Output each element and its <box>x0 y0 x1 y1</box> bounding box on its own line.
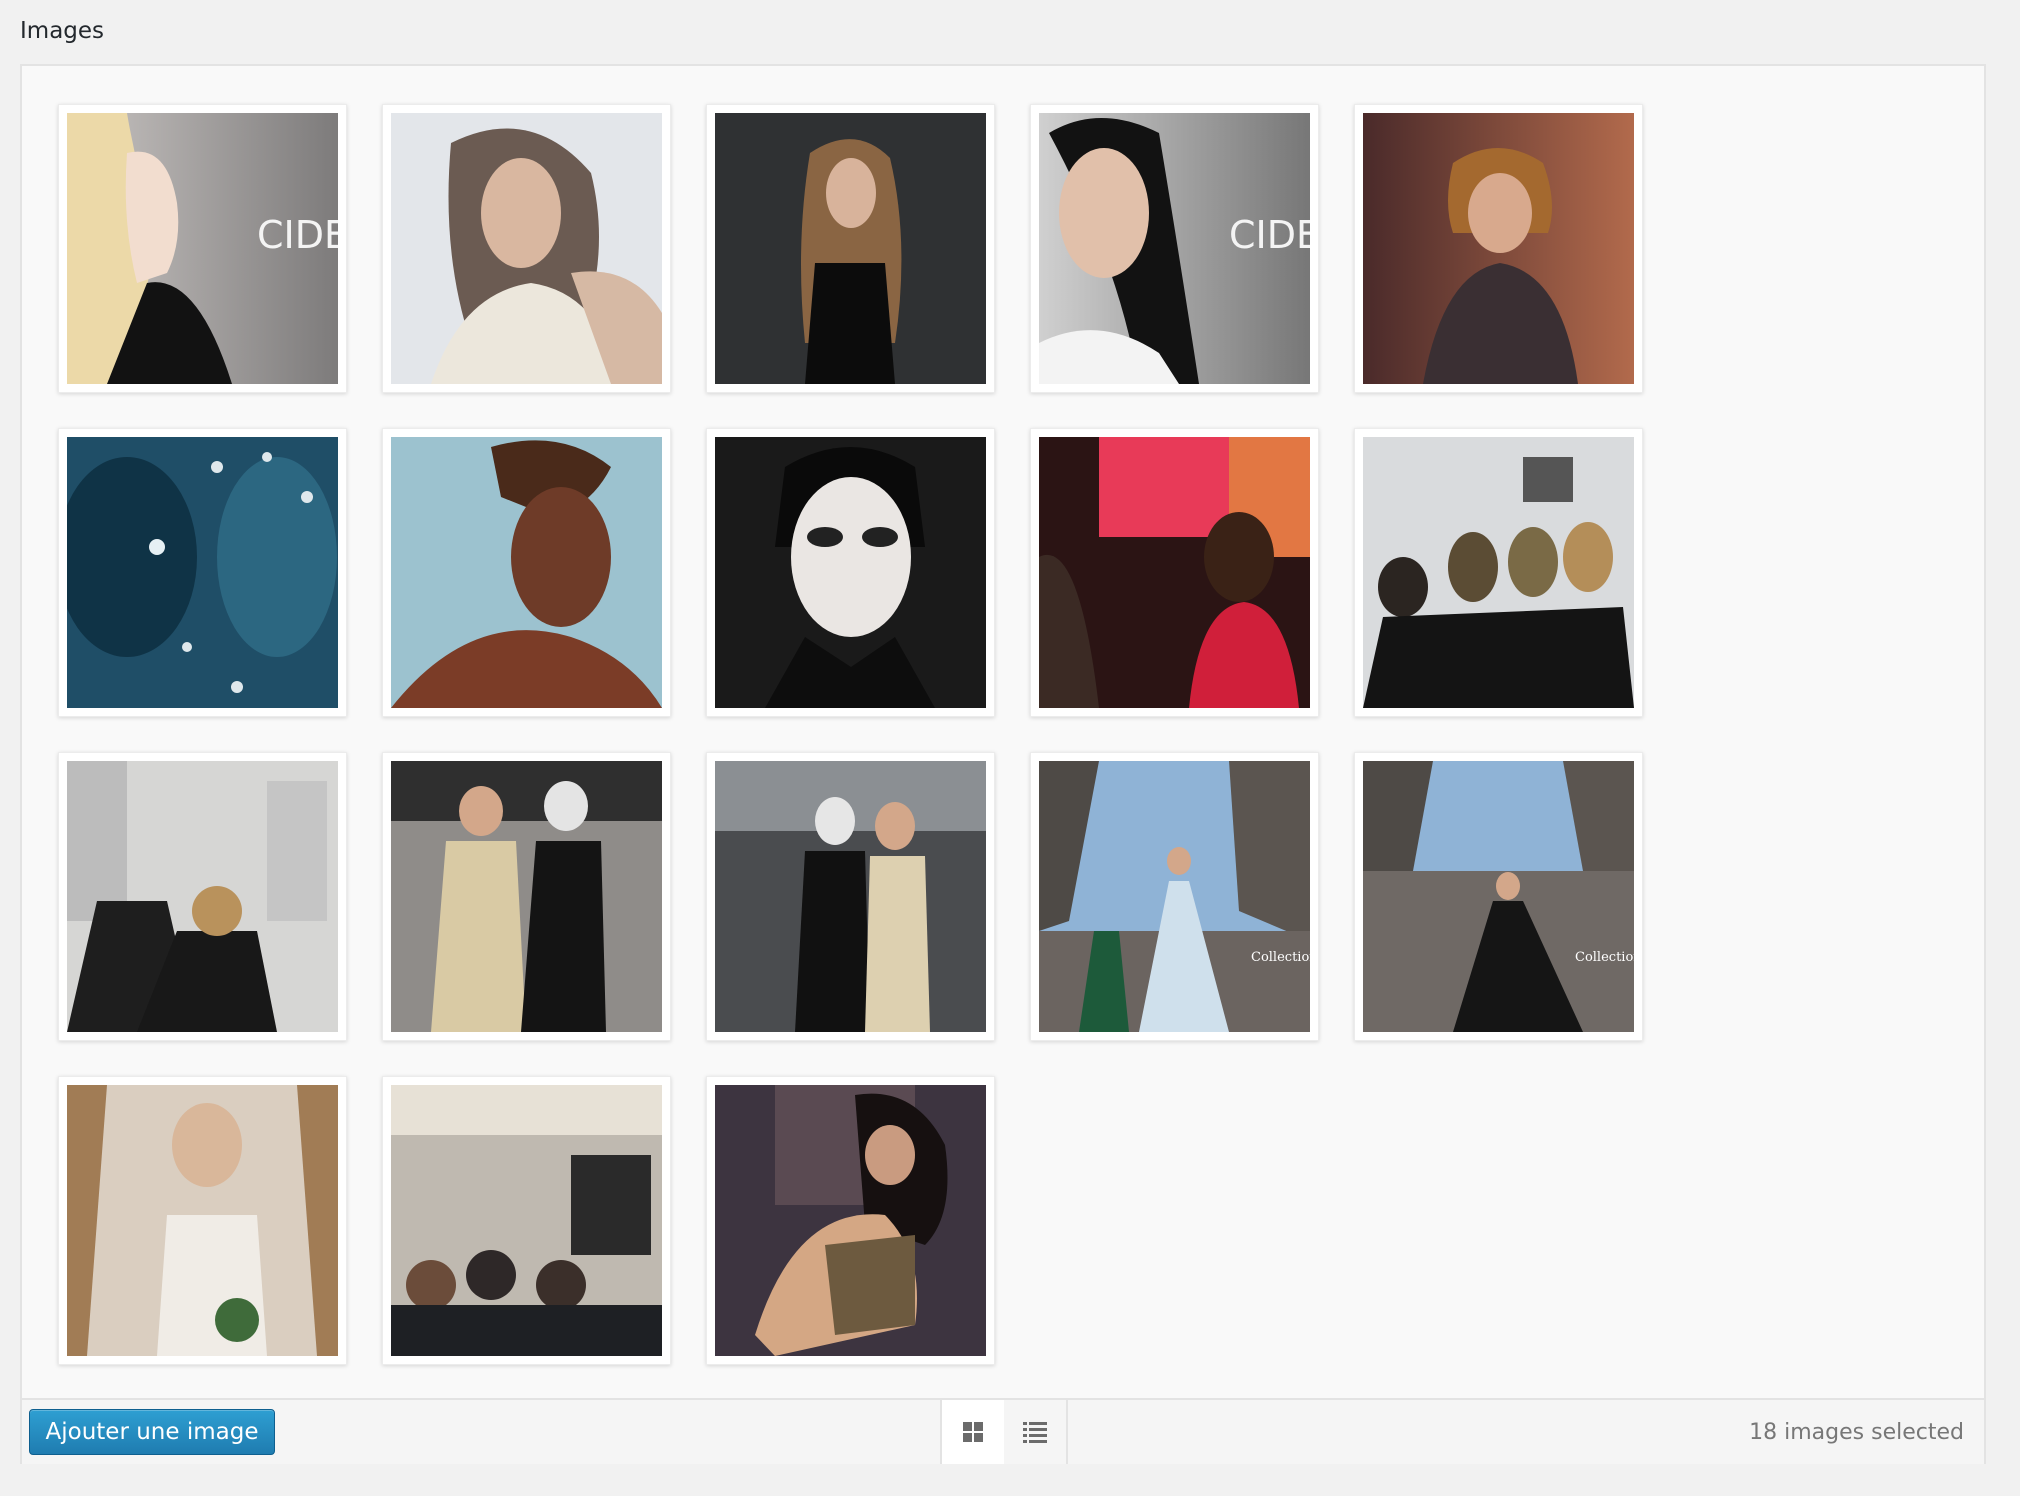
thumbnail-image <box>715 761 986 1032</box>
thumbnail-image <box>67 1085 338 1356</box>
thumb-watermark: CIDE <box>257 213 338 257</box>
gallery-thumbnail[interactable] <box>1354 104 1643 393</box>
gallery-thumbnail[interactable] <box>1354 428 1643 717</box>
thumbnail-image <box>391 761 662 1032</box>
gallery-thumbnail[interactable] <box>382 752 671 1041</box>
thumbnail-image <box>391 113 662 384</box>
gallery-thumbnail[interactable] <box>706 752 995 1041</box>
gallery-thumbnail[interactable] <box>706 428 995 717</box>
gallery-container: CIDE CIDE Collectio Collectio Ajouter un… <box>20 64 1986 1464</box>
gallery-thumbnail[interactable]: CIDE <box>1030 104 1319 393</box>
thumbnail-image <box>715 1085 986 1356</box>
gallery-thumbnail[interactable]: CIDE <box>58 104 347 393</box>
thumbnail-image <box>1039 437 1310 708</box>
gallery-thumbnail[interactable] <box>382 1076 671 1365</box>
thumb-watermark: Collection WireImage <box>1251 950 1310 965</box>
gallery-thumbnail[interactable]: Collection WireImage <box>1354 752 1643 1041</box>
thumbnail-image <box>715 437 986 708</box>
thumbnail-image <box>1363 113 1634 384</box>
gallery-thumbnail[interactable] <box>58 428 347 717</box>
gallery-thumbnail[interactable] <box>382 104 671 393</box>
grid-icon <box>963 1422 983 1442</box>
thumbnail-image <box>1363 437 1634 708</box>
add-image-button[interactable]: Ajouter une image <box>29 1409 275 1455</box>
list-view-button[interactable] <box>1004 1400 1066 1464</box>
thumbnail-image: CIDE <box>67 113 338 384</box>
list-icon <box>1023 1422 1047 1443</box>
selected-count: 18 images selected <box>1749 1420 1964 1445</box>
thumbnail-image <box>715 113 986 384</box>
gallery-thumbnail[interactable] <box>58 752 347 1041</box>
gallery-thumbnail[interactable] <box>382 428 671 717</box>
thumb-watermark: CIDE <box>1229 213 1310 257</box>
field-label: Images <box>20 18 105 44</box>
thumbnail-image: CIDE <box>1039 113 1310 384</box>
gallery-thumbnail[interactable] <box>1030 428 1319 717</box>
thumbnail-image: Collection WireImage <box>1363 761 1634 1032</box>
thumbnail-image <box>391 437 662 708</box>
grid-view-button[interactable] <box>942 1400 1004 1464</box>
thumbnail-image <box>67 761 338 1032</box>
gallery-thumbnail[interactable]: Collection WireImage <box>1030 752 1319 1041</box>
thumbnail-image <box>391 1085 662 1356</box>
thumbnail-image: Collection WireImage <box>1039 761 1310 1032</box>
gallery-toolbar: Ajouter une image 18 images selected <box>22 1398 1984 1464</box>
view-switch <box>940 1400 1068 1464</box>
gallery-thumbnail[interactable] <box>58 1076 347 1365</box>
gallery-thumbnail[interactable] <box>706 1076 995 1365</box>
thumbnail-image <box>67 437 338 708</box>
gallery-thumbnail[interactable] <box>706 104 995 393</box>
thumb-watermark: Collection WireImage <box>1575 950 1634 965</box>
